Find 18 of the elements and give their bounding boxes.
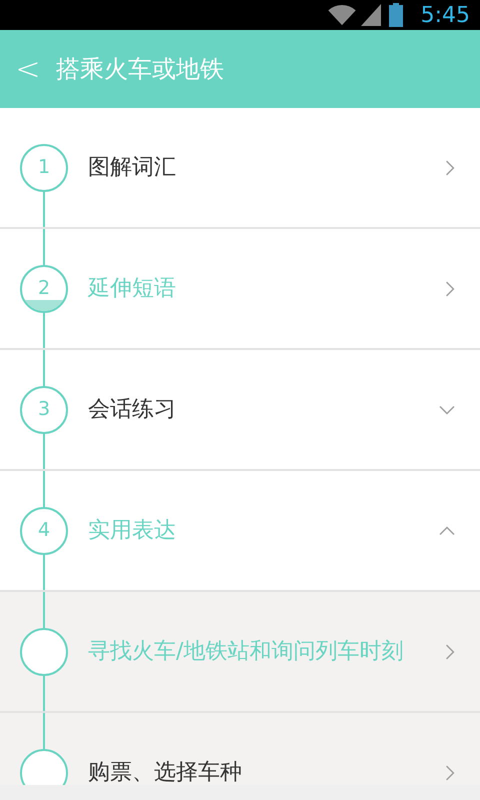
page-title: 搭乘火车或地铁 bbox=[56, 54, 224, 85]
step-item[interactable]: 会话练习 bbox=[88, 350, 480, 469]
step-number: 1 bbox=[38, 155, 50, 180]
step-number: 3 bbox=[38, 397, 50, 422]
signal-icon bbox=[360, 4, 381, 26]
step-item[interactable]: 实用表达 bbox=[88, 471, 480, 590]
chevron-right-icon bbox=[444, 158, 456, 176]
wifi-icon bbox=[326, 4, 357, 26]
chevron-right-icon bbox=[444, 280, 456, 298]
chevron-right-icon bbox=[444, 642, 456, 660]
clock: 5:45 bbox=[420, 2, 470, 30]
battery-icon bbox=[388, 3, 403, 27]
back-button[interactable]: < bbox=[0, 30, 56, 108]
step-number: 4 bbox=[38, 518, 50, 544]
chevron-right-icon bbox=[444, 764, 456, 782]
step-item[interactable]: 延伸短语 bbox=[88, 229, 480, 348]
step-item[interactable]: 图解词汇 bbox=[88, 108, 480, 227]
step-number: 2 bbox=[38, 276, 50, 302]
